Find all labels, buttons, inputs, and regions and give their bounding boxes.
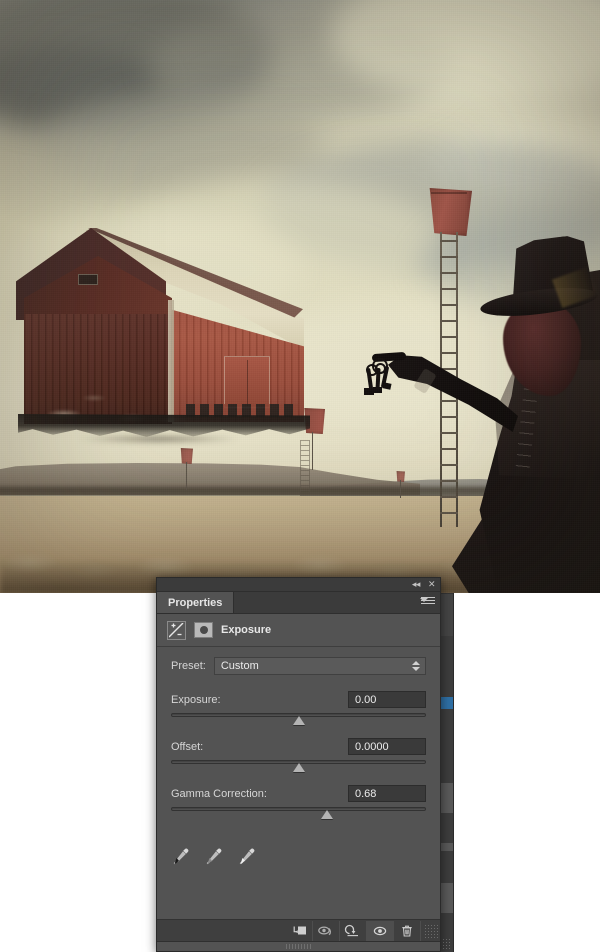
preset-value: Custom: [220, 660, 259, 672]
barn-front-wall: [24, 314, 172, 424]
distant-tower: [300, 440, 310, 492]
offset-slider-group: Offset: 0.0000: [171, 738, 426, 772]
clip-to-layer-icon: [293, 926, 306, 935]
set-black-point-eyedropper[interactable]: [171, 846, 191, 866]
gamma-slider-group: Gamma Correction: 0.68: [171, 785, 426, 819]
cloud: [40, 95, 320, 185]
panel-tab-bar: Properties: [157, 592, 440, 614]
reset-arrow-icon: [344, 924, 358, 937]
panel-titlebar: ◂◂ ✕: [157, 578, 440, 592]
eye-icon: [373, 926, 387, 936]
floating-board-pole: [312, 432, 313, 470]
eyedropper-row: [157, 832, 440, 866]
panel-resize-grip[interactable]: [424, 924, 438, 938]
adjustment-title: Exposure: [221, 624, 272, 636]
barn-door: [224, 356, 270, 408]
gamma-slider-thumb[interactable]: [320, 810, 333, 819]
panel-drag-grip[interactable]: [285, 944, 312, 949]
collapse-to-icons-icon[interactable]: ◂◂: [412, 580, 421, 589]
preset-row: Preset: Custom: [171, 657, 426, 675]
panel-menu-icon[interactable]: [420, 597, 435, 608]
mask-dot-icon: [199, 626, 208, 634]
barn-corner-trim: [168, 300, 174, 422]
trash-icon: [402, 925, 412, 937]
floating-barn: [8, 228, 310, 446]
eye-arrow-icon: [318, 926, 332, 936]
offset-slider-thumb[interactable]: [292, 763, 305, 772]
panel-bottom-edge: [157, 941, 440, 951]
floating-board-pole: [400, 480, 401, 498]
exposure-value: 0.00: [355, 693, 377, 706]
exposure-slider[interactable]: [171, 713, 426, 725]
gamma-value: 0.68: [355, 787, 377, 800]
gamma-slider[interactable]: [171, 807, 426, 819]
key-bit: [373, 387, 382, 393]
close-icon[interactable]: ✕: [428, 580, 436, 589]
tab-properties[interactable]: Properties: [157, 592, 235, 613]
preset-dropdown[interactable]: Custom: [213, 657, 426, 675]
offset-label: Offset:: [171, 740, 204, 753]
preset-label: Preset:: [171, 660, 206, 672]
delete-layer-button[interactable]: [394, 921, 421, 941]
set-gray-point-eyedropper[interactable]: [204, 846, 224, 866]
exposure-adjustment-icon: [167, 620, 186, 640]
exposure-value-input[interactable]: 0.00: [348, 691, 426, 708]
adjustment-header: Exposure: [157, 614, 440, 647]
toggle-visibility-button[interactable]: [367, 921, 394, 941]
offset-slider[interactable]: [171, 760, 426, 772]
exposure-label: Exposure:: [171, 693, 221, 706]
barn-falling-dust: [34, 432, 284, 446]
layer-mask-thumbnail[interactable]: [194, 622, 213, 638]
panel-body: Preset: Custom Exposure: 0.00 Offset: 0.…: [157, 647, 440, 819]
document-canvas[interactable]: [0, 0, 600, 593]
toggle-previous-state-button[interactable]: [313, 921, 340, 941]
exposure-slider-thumb[interactable]: [292, 716, 305, 725]
gamma-value-input[interactable]: 0.68: [348, 785, 426, 802]
barn-loft-window: [78, 274, 98, 285]
offset-value: 0.0000: [355, 740, 389, 753]
floating-board-pole: [186, 462, 187, 490]
key-bow: [375, 363, 386, 374]
reset-button[interactable]: [340, 921, 367, 941]
tab-bar-filler: [234, 592, 440, 613]
tab-properties-label: Properties: [168, 596, 223, 609]
gamma-slider-track[interactable]: [171, 807, 426, 811]
panel-footer-toolbar: [157, 919, 440, 942]
clip-to-layer-button[interactable]: [286, 921, 313, 941]
set-white-point-eyedropper[interactable]: [237, 846, 257, 866]
chevron-updown-icon: [412, 661, 420, 671]
offset-value-input[interactable]: 0.0000: [348, 738, 426, 755]
exposure-slider-group: Exposure: 0.00: [171, 691, 426, 725]
gamma-label: Gamma Correction:: [171, 787, 267, 800]
properties-panel[interactable]: ◂◂ ✕ Properties Exposure Preset: Custom …: [156, 577, 441, 952]
